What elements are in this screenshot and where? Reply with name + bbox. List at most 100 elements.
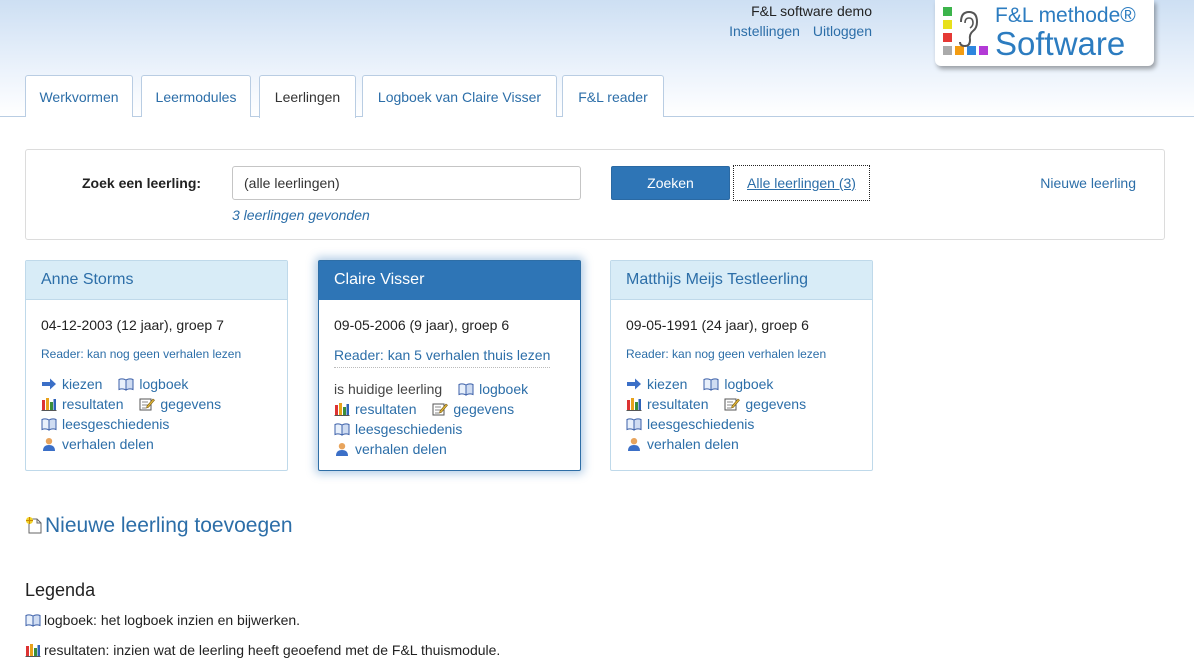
search-label: Zoek een leerling: [82,175,202,191]
user-icon [41,437,57,451]
share-label: verhalen delen [355,441,447,457]
new-student-link[interactable]: Nieuwe leerling [1040,175,1136,191]
student-name[interactable]: Anne Storms [26,261,287,300]
edit-icon [139,397,155,411]
search-button[interactable]: Zoeken [611,166,730,200]
share-stories-link[interactable]: verhalen delen [626,434,739,454]
results-label: resultaten [647,396,709,412]
legend-term: resultaten [44,642,106,658]
settings-link[interactable]: Instellingen [729,23,800,39]
legend-title: Legenda [25,580,96,600]
details-link[interactable]: gegevens [139,394,221,414]
student-card: Anne Storms 04-12-2003 (12 jaar), groep … [25,260,288,471]
book-icon [626,417,642,431]
logbook-link[interactable]: logboek [703,374,773,394]
results-count: 3 leerlingen gevonden [232,207,370,223]
new-page-icon [25,516,43,534]
ear-icon [959,10,979,48]
results-link[interactable]: resultaten [41,394,123,414]
book-icon [25,613,41,627]
reader-status: Reader: kan nog geen verhalen lezen [41,347,242,361]
add-student-link[interactable]: Nieuwe leerling toevoegen [25,514,293,538]
student-dob: 09-05-1991 (24 jaar), groep 6 [626,317,809,333]
logo-square [943,7,952,16]
history-label: leesgeschiedenis [647,416,755,432]
results-link[interactable]: resultaten [626,394,708,414]
book-icon [458,382,474,396]
logout-link[interactable]: Uitloggen [813,23,872,39]
legend-term: logboek [44,612,94,628]
choose-label: kiezen [62,376,103,392]
tab-logboek[interactable]: Logboek van Claire Visser [362,75,557,117]
arrow-right-icon [41,377,57,391]
share-stories-link[interactable]: verhalen delen [41,434,154,454]
fl-logo[interactable]: F&L methode® Software [935,0,1154,66]
student-card-active: Claire Visser 09-05-2006 (9 jaar), groep… [318,260,581,471]
logo-square [943,46,952,55]
book-icon [41,417,57,431]
search-panel: Zoek een leerling: 3 leerlingen gevonden… [25,149,1165,240]
student-name[interactable]: Matthijs Meijs Testleerling [611,261,872,300]
history-link[interactable]: leesgeschiedenis [41,414,169,434]
tab-werkvormen[interactable]: Werkvormen [25,75,133,117]
logbook-link[interactable]: logboek [118,374,188,394]
logo-square [943,33,952,42]
legend-text: : inzien wat de leerling heeft geoefend … [105,642,501,658]
history-label: leesgeschiedenis [62,416,170,432]
tab-leerlingen[interactable]: Leerlingen [259,75,356,118]
student-name[interactable]: Claire Visser [319,261,580,300]
details-link[interactable]: gegevens [724,394,806,414]
edit-icon [432,402,448,416]
details-label: gegevens [160,396,222,412]
logbook-label: logboek [724,376,774,392]
bar-chart-icon [626,397,642,411]
tab-fl-reader[interactable]: F&L reader [562,75,664,117]
reader-status: Reader: kan nog geen verhalen lezen [626,347,827,361]
logo-square [943,20,952,29]
history-label: leesgeschiedenis [355,421,463,437]
book-icon [334,422,350,436]
history-link[interactable]: leesgeschiedenis [334,419,462,439]
logo-text-line2: Software [995,25,1126,62]
add-student-label: Nieuwe leerling toevoegen [45,514,293,537]
details-label: gegevens [745,396,807,412]
results-label: resultaten [355,401,417,417]
choose-label: kiezen [647,376,688,392]
reader-status-link[interactable]: Reader: kan 5 verhalen thuis lezen [334,347,551,368]
all-students-button[interactable]: Alle leerlingen (3) [733,165,870,201]
choose-link[interactable]: kiezen [626,374,687,394]
bar-chart-icon [334,402,350,416]
share-label: verhalen delen [62,436,154,452]
site-title: F&L software demo [751,3,872,19]
logbook-link[interactable]: logboek [458,379,528,399]
student-dob: 09-05-2006 (9 jaar), groep 6 [334,317,510,333]
top-links: Instellingen Uitloggen [720,23,872,39]
choose-link[interactable]: kiezen [41,374,102,394]
user-icon [626,437,642,451]
search-input[interactable] [232,166,581,200]
details-link[interactable]: gegevens [432,399,514,419]
details-label: gegevens [453,401,515,417]
student-dob: 04-12-2003 (12 jaar), groep 7 [41,317,224,333]
share-stories-link[interactable]: verhalen delen [334,439,447,459]
logo-square [979,46,988,55]
legend-item: resultaten: inzien wat de leerling heeft… [25,642,500,658]
edit-icon [724,397,740,411]
results-link[interactable]: resultaten [334,399,416,419]
tab-leermodules[interactable]: Leermodules [141,75,251,117]
current-student-label: is huidige leerling [334,381,443,397]
history-link[interactable]: leesgeschiedenis [626,414,754,434]
arrow-right-icon [626,377,642,391]
bar-chart-icon [41,397,57,411]
legend-text: : het logboek inzien en bijwerken. [93,612,301,628]
book-icon [703,377,719,391]
legend-item: logboek: het logboek inzien en bijwerken… [25,612,300,628]
logbook-label: logboek [479,381,529,397]
results-label: resultaten [62,396,124,412]
bar-chart-icon [25,643,41,657]
logbook-label: logboek [139,376,189,392]
student-card: Matthijs Meijs Testleerling 09-05-1991 (… [610,260,873,471]
user-icon [334,442,350,456]
share-label: verhalen delen [647,436,739,452]
book-icon [118,377,134,391]
